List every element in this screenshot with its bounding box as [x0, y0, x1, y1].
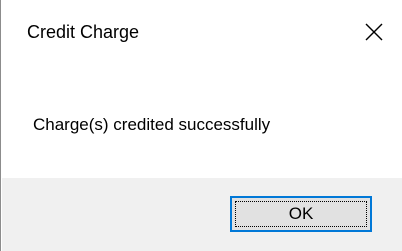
dialog-message: Charge(s) credited successfully: [33, 115, 271, 134]
ok-button[interactable]: OK: [230, 196, 372, 232]
message-dialog: Credit Charge Charge(s) credited success…: [0, 0, 402, 251]
dialog-title: Credit Charge: [27, 22, 140, 42]
ok-button-label: OK: [288, 204, 314, 223]
close-icon: [365, 23, 383, 41]
close-button[interactable]: [356, 14, 392, 50]
